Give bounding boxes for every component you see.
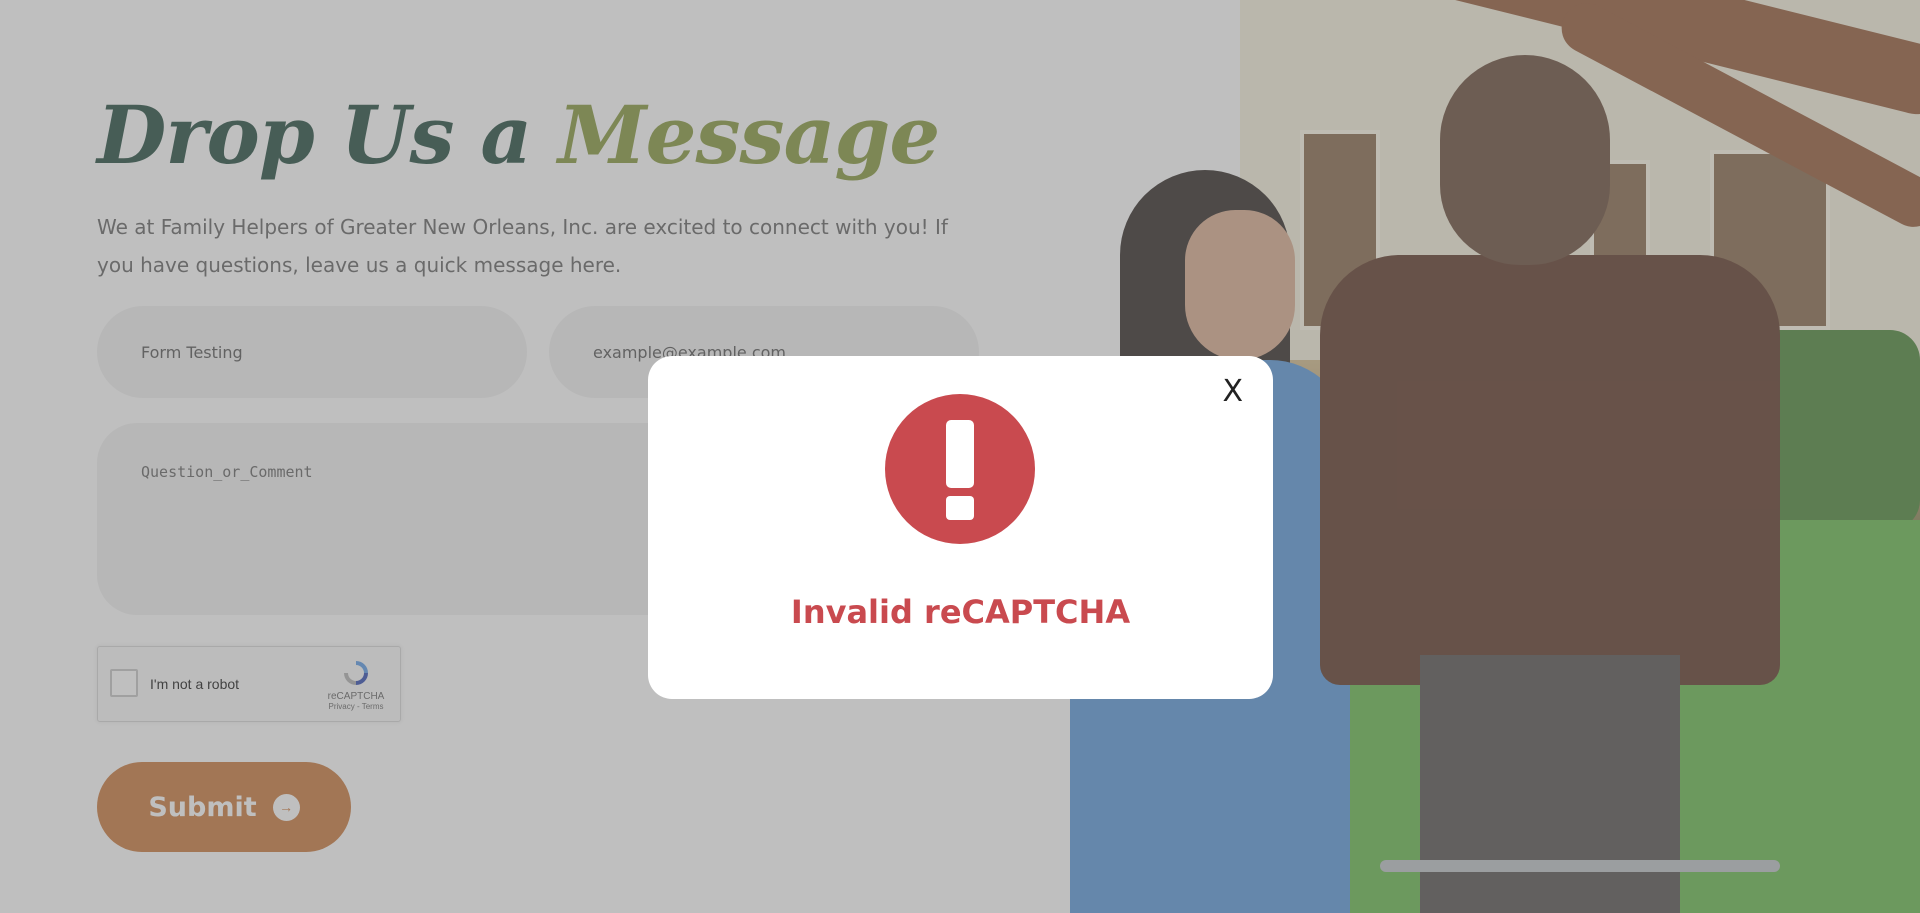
exclamation-icon: [885, 394, 1035, 544]
error-modal: X Invalid reCAPTCHA: [648, 356, 1273, 699]
error-message: Invalid reCAPTCHA: [790, 593, 1131, 631]
close-button[interactable]: X: [1222, 374, 1243, 409]
